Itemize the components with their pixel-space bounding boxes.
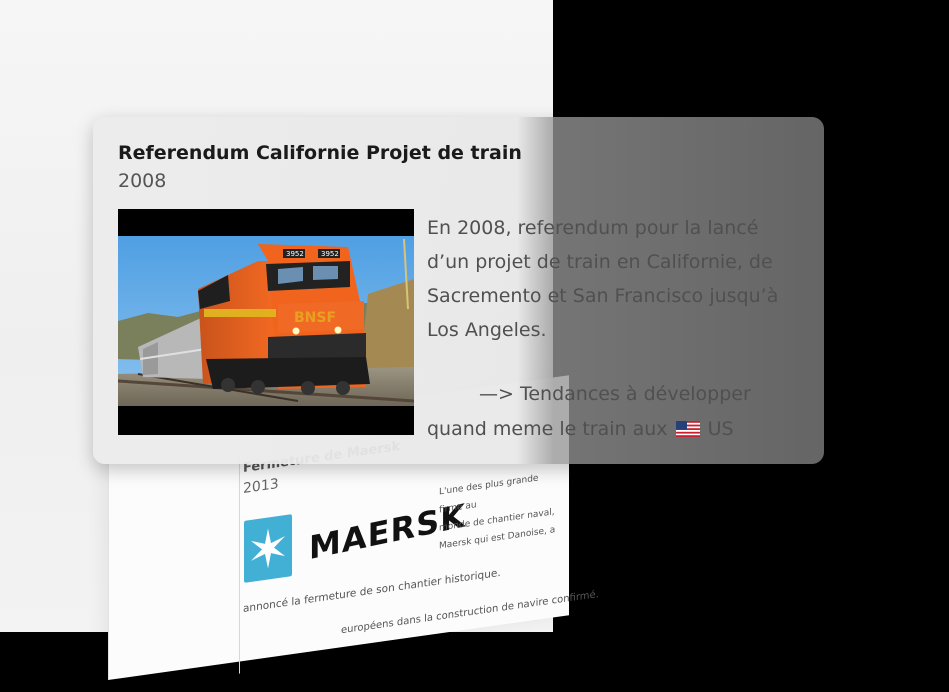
description-line: Sacremento et San Francisco jusqu’à [427,285,779,307]
event-card[interactable]: Referendum Californie Projet de train 20… [93,117,824,464]
description-line: En 2008, referendum pour la lancé [427,217,759,239]
svg-text:3952: 3952 [321,250,339,258]
card-description: En 2008, referendum pour la lancé d’un p… [427,211,817,347]
conclusion-prefix: quand meme le train aux [427,418,668,440]
maersk-star-icon [244,514,292,583]
page-divider [239,453,240,674]
us-flag-icon [675,421,700,437]
card-year: 2008 [118,170,167,192]
card-trend-line: —> Tendances à développer [479,383,751,405]
svg-text:BNSF: BNSF [294,310,336,326]
svg-text:3952: 3952 [286,250,304,258]
card-conclusion-line: quand meme le train aux US [427,418,734,440]
train-locomotive-photo: 3952 3952 BNSF [118,209,414,435]
description-line: d’un projet de train en Californie, de [427,251,773,273]
maersk-description: L'une des plus grande firme au monde de … [439,467,559,556]
page-year: 2013 [243,476,279,498]
description-line: Los Angeles. [427,319,547,341]
card-title: Referendum Californie Projet de train [118,142,522,164]
conclusion-suffix: US [707,418,734,440]
train-photo: 3952 3952 BNSF [118,209,414,435]
maersk-star-svg [251,528,285,569]
